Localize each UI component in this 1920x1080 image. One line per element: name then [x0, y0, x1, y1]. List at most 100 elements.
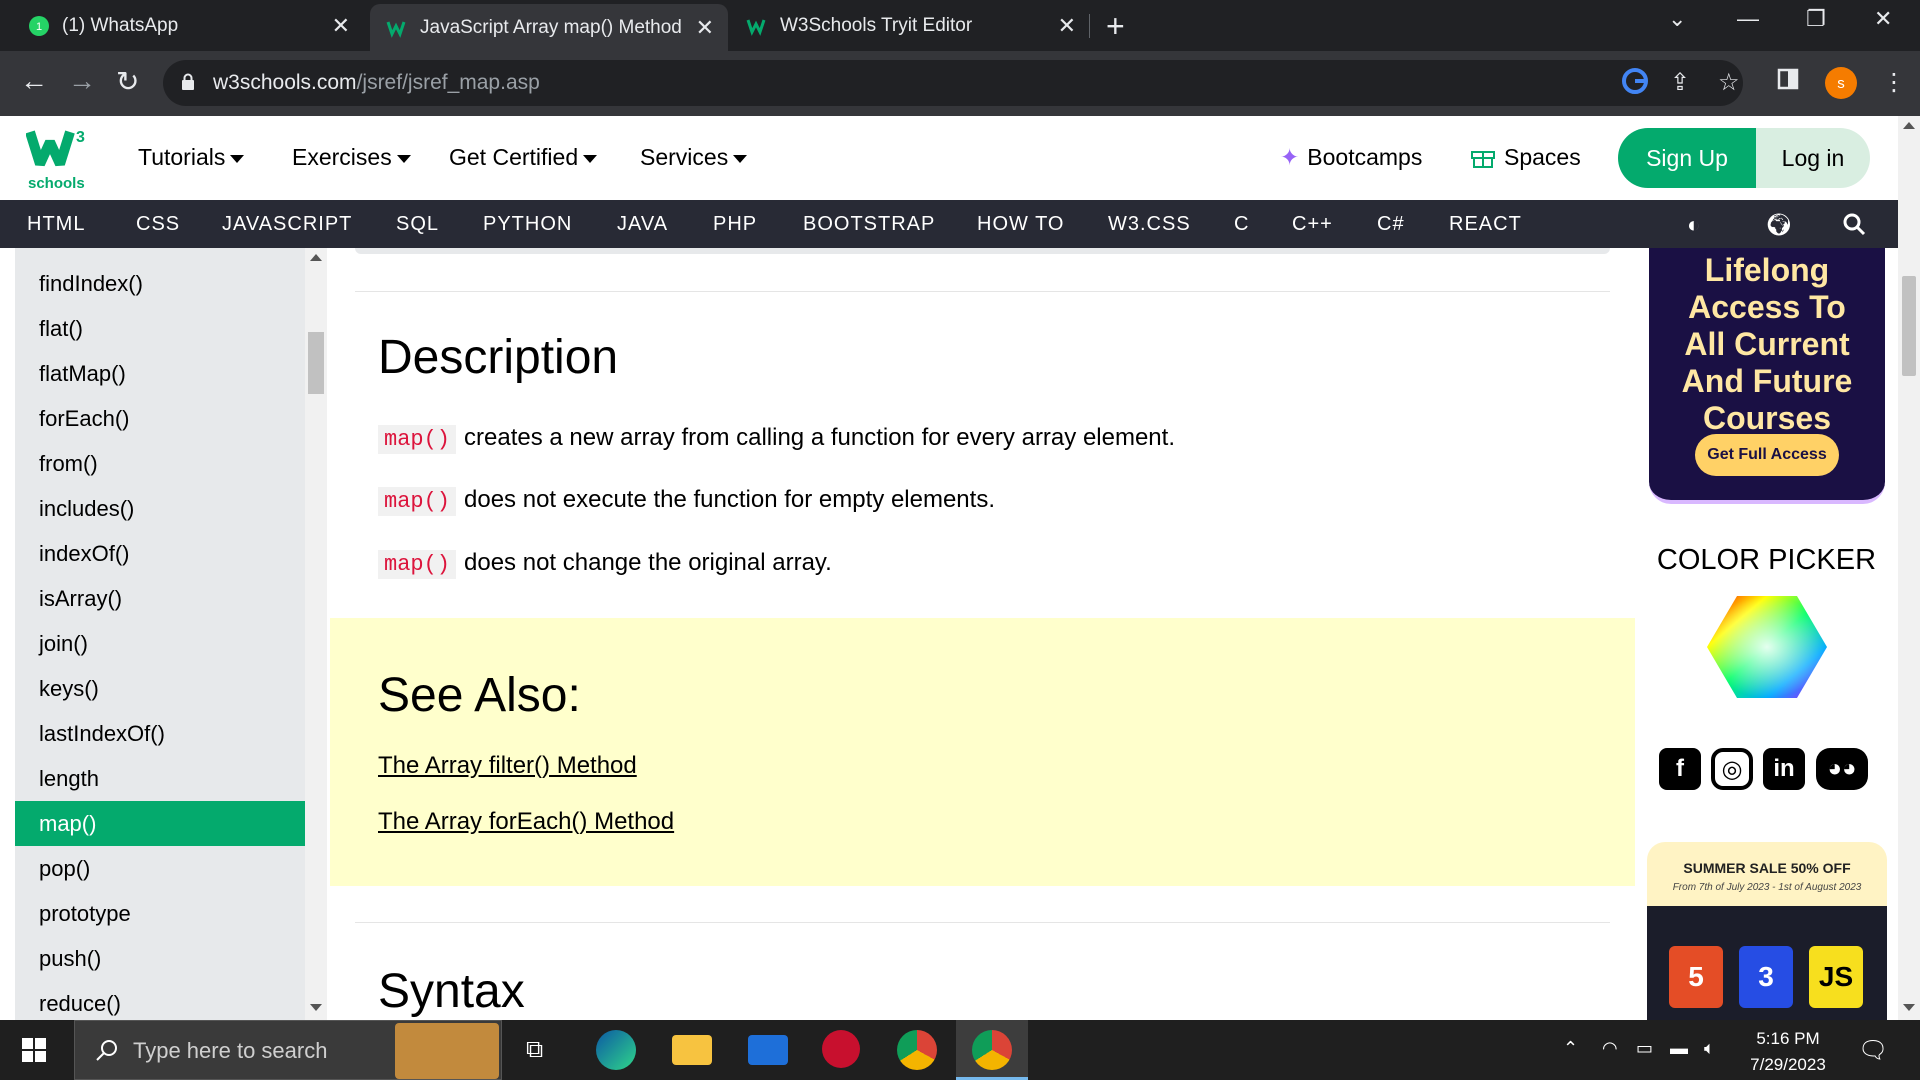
globe-icon[interactable]: 🌍︎: [1765, 212, 1793, 238]
color-wheel-icon[interactable]: [1707, 594, 1827, 705]
kebab-menu-icon[interactable]: ⋮: [1882, 68, 1906, 97]
google-icon[interactable]: [1622, 68, 1648, 101]
sidebar-scrollbar[interactable]: [305, 248, 327, 1020]
subnav-java[interactable]: JAVA: [617, 213, 668, 236]
share-icon[interactable]: ⇪: [1670, 68, 1690, 97]
subnav-react[interactable]: REACT: [1449, 213, 1522, 236]
scroll-up-arrow-icon[interactable]: [310, 254, 322, 261]
subnav-html[interactable]: HTML: [27, 213, 85, 236]
subnav-css[interactable]: CSS: [136, 213, 180, 236]
sidebar-item-flatmap[interactable]: flatMap(): [15, 351, 305, 396]
system-clock[interactable]: 5:16 PM 7/29/2023: [1738, 1026, 1838, 1078]
page-scrollbar[interactable]: [1898, 116, 1920, 1020]
linkedin-icon[interactable]: in: [1763, 748, 1805, 790]
sidebar-item-lastindexof[interactable]: lastIndexOf(): [15, 711, 305, 756]
dark-mode-icon[interactable]: ◐: [1687, 212, 1700, 238]
subnav-javascript[interactable]: JAVASCRIPT: [222, 213, 352, 236]
subnav-cpp[interactable]: C++: [1292, 213, 1333, 236]
subnav-csharp[interactable]: C#: [1377, 213, 1405, 236]
sidebar-item-prototype[interactable]: prototype: [15, 891, 305, 936]
side-panel-icon[interactable]: [1777, 68, 1799, 97]
chrome-profile-app-active[interactable]: [956, 1020, 1028, 1080]
sidebar-item-from[interactable]: from(): [15, 441, 305, 486]
tab-whatsapp[interactable]: 1 (1) WhatsApp ✕: [12, 0, 364, 51]
get-full-access-button[interactable]: Get Full Access: [1695, 434, 1839, 476]
notification-center-icon[interactable]: 🗨︎: [1858, 1036, 1888, 1065]
chrome-icon[interactable]: [897, 1030, 937, 1070]
sidebar-item-map[interactable]: map(): [15, 801, 305, 846]
gift-icon: [1471, 151, 1495, 168]
nav-services[interactable]: Services: [640, 144, 748, 171]
battery-icon[interactable]: ▬: [1670, 1038, 1688, 1059]
minimize-icon[interactable]: —: [1737, 6, 1759, 32]
close-icon[interactable]: ✕: [1058, 13, 1076, 39]
windows-start-icon[interactable]: [22, 1038, 46, 1062]
subnav-sql[interactable]: SQL: [396, 213, 439, 236]
sign-up-button[interactable]: Sign Up: [1618, 128, 1756, 188]
sidebar-item-isarray[interactable]: isArray(): [15, 576, 305, 621]
nav-spaces[interactable]: Spaces: [1470, 144, 1581, 171]
sidebar-item-findindex[interactable]: findIndex(): [15, 261, 305, 306]
window-close-icon[interactable]: ✕: [1874, 6, 1892, 32]
scroll-up-arrow-icon[interactable]: [1903, 122, 1915, 129]
facebook-icon[interactable]: f: [1659, 748, 1701, 790]
tab-jsref-map[interactable]: JavaScript Array map() Method ✕: [370, 4, 728, 51]
reload-icon[interactable]: ↻: [116, 65, 139, 98]
profile-avatar[interactable]: s: [1825, 67, 1857, 99]
nav-bootcamps[interactable]: ✦ Bootcamps: [1280, 144, 1422, 171]
sidebar-item-pop[interactable]: pop(): [15, 846, 305, 891]
page-scroll-thumb[interactable]: [1902, 276, 1916, 376]
volume-icon[interactable]: 🔈︎: [1704, 1038, 1715, 1059]
address-bar[interactable]: w3schools.com/jsref/jsref_map.asp: [163, 60, 1743, 106]
nav-tutorials[interactable]: Tutorials: [138, 144, 245, 171]
subnav-bootstrap[interactable]: BOOTSTRAP: [803, 213, 935, 236]
file-explorer-icon[interactable]: [672, 1035, 712, 1065]
new-tab-icon[interactable]: +: [1106, 8, 1125, 45]
subnav-w3css[interactable]: W3.CSS: [1108, 213, 1191, 236]
wifi-icon[interactable]: ◠: [1602, 1038, 1618, 1059]
color-picker-title[interactable]: COLOR PICKER: [1635, 544, 1898, 577]
search-icon[interactable]: [1842, 212, 1866, 242]
sidebar-item-length[interactable]: length: [15, 756, 305, 801]
subnav-c[interactable]: C: [1234, 213, 1249, 236]
close-icon[interactable]: ✕: [332, 13, 350, 39]
restore-icon[interactable]: ❐: [1806, 6, 1826, 32]
sidebar-item-indexof[interactable]: indexOf(): [15, 531, 305, 576]
taskbar-search-box[interactable]: Type here to search: [74, 1020, 502, 1080]
subnav-how-to[interactable]: HOW TO: [977, 213, 1064, 236]
tab-search-chevron-icon[interactable]: ⌄: [1668, 6, 1686, 32]
mail-icon[interactable]: [748, 1035, 788, 1065]
tray-chevron-up-icon[interactable]: ⌃: [1563, 1038, 1578, 1059]
log-in-button[interactable]: Log in: [1756, 128, 1870, 188]
link-array-foreach[interactable]: The Array forEach() Method: [378, 808, 674, 836]
sidebar-item-includes[interactable]: includes(): [15, 486, 305, 531]
summer-sale-ad[interactable]: SUMMER SALE 50% OFF From 7th of July 202…: [1647, 842, 1887, 1020]
nav-exercises[interactable]: Exercises: [292, 144, 411, 171]
tab-tryit-editor[interactable]: W3Schools Tryit Editor ✕: [730, 0, 1090, 51]
antivirus-icon[interactable]: [822, 1030, 860, 1068]
sidebar-scroll-thumb[interactable]: [308, 332, 324, 394]
tablet-icon[interactable]: ▭: [1636, 1038, 1653, 1059]
scroll-down-arrow-icon[interactable]: [310, 1004, 322, 1011]
forward-arrow-icon[interactable]: →: [68, 65, 96, 97]
link-array-filter[interactable]: The Array filter() Method: [378, 752, 637, 780]
back-arrow-icon[interactable]: ←: [20, 65, 48, 97]
sidebar-item-join[interactable]: join(): [15, 621, 305, 666]
instagram-icon[interactable]: ◎: [1711, 748, 1753, 790]
discord-icon[interactable]: ◕◕: [1816, 748, 1868, 790]
sidebar-item-foreach[interactable]: forEach(): [15, 396, 305, 441]
sidebar-item-keys[interactable]: keys(): [15, 666, 305, 711]
edge-icon[interactable]: [596, 1030, 636, 1070]
nav-get-certified[interactable]: Get Certified: [449, 144, 598, 171]
bookmark-star-icon[interactable]: ☆: [1718, 68, 1740, 97]
subnav-python[interactable]: PYTHON: [483, 213, 572, 236]
task-view-icon[interactable]: ⧉: [526, 1036, 543, 1064]
subnav-php[interactable]: PHP: [713, 213, 757, 236]
w3schools-logo[interactable]: 3 schools: [25, 126, 96, 196]
sidebar-item-reduce[interactable]: reduce(): [15, 981, 305, 1020]
courses-ad[interactable]: Lifelong Access To All Current And Futur…: [1649, 248, 1885, 504]
sidebar-item-push[interactable]: push(): [15, 936, 305, 981]
close-icon[interactable]: ✕: [696, 15, 714, 41]
sidebar-item-flat[interactable]: flat(): [15, 306, 305, 351]
scroll-down-arrow-icon[interactable]: [1903, 1004, 1915, 1011]
